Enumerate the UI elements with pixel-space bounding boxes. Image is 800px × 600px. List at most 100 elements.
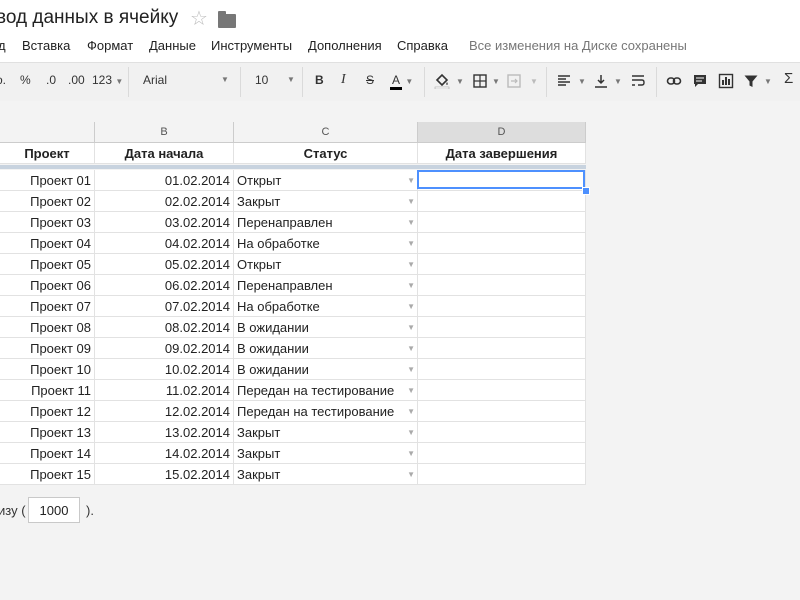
dropdown-arrow-icon[interactable]: ▼ — [407, 170, 415, 190]
status-cell[interactable]: На обработке ▼ — [234, 296, 418, 317]
menu-item-data[interactable]: Данные — [149, 38, 196, 53]
add-rows-input[interactable]: 1000 — [28, 497, 80, 523]
link-icon[interactable] — [666, 73, 682, 89]
start-date-cell[interactable]: 12.02.2014 — [95, 401, 234, 422]
start-date-cell[interactable]: 06.02.2014 — [95, 275, 234, 296]
save-status[interactable]: Все изменения на Диске сохранены — [469, 38, 687, 53]
chevron-down-icon[interactable]: ▼ — [492, 72, 500, 90]
status-cell[interactable]: Перенаправлен ▼ — [234, 275, 418, 296]
status-cell[interactable]: В ожидании ▼ — [234, 359, 418, 380]
dropdown-arrow-icon[interactable]: ▼ — [407, 359, 415, 379]
status-cell[interactable]: В ожидании ▼ — [234, 317, 418, 338]
project-cell[interactable]: Проект 13 — [0, 422, 95, 443]
start-date-cell[interactable]: 08.02.2014 — [95, 317, 234, 338]
status-cell[interactable]: Передан на тестирование ▼ — [234, 380, 418, 401]
chevron-down-icon[interactable]: ▼ — [764, 72, 772, 90]
status-cell[interactable]: Открыт ▼ — [234, 170, 418, 191]
dropdown-arrow-icon[interactable]: ▼ — [407, 296, 415, 316]
project-cell[interactable]: Проект 11 — [0, 380, 95, 401]
start-date-cell[interactable]: 03.02.2014 — [95, 212, 234, 233]
align-left-icon[interactable] — [556, 73, 572, 89]
frozen-rows-divider[interactable] — [0, 165, 586, 169]
start-date-cell[interactable]: 11.02.2014 — [95, 380, 234, 401]
menu-item-help[interactable]: Справка — [397, 38, 448, 53]
start-date-cell[interactable]: 13.02.2014 — [95, 422, 234, 443]
end-date-cell[interactable] — [418, 422, 586, 443]
chevron-down-icon[interactable]: ▼ — [456, 72, 464, 90]
project-cell[interactable]: Проект 04 — [0, 233, 95, 254]
project-cell[interactable]: Проект 15 — [0, 464, 95, 485]
start-date-cell[interactable]: 14.02.2014 — [95, 443, 234, 464]
project-cell[interactable]: Проект 08 — [0, 317, 95, 338]
end-date-cell[interactable] — [418, 401, 586, 422]
menu-item-insert[interactable]: Вставка — [22, 38, 70, 53]
end-date-cell[interactable] — [418, 212, 586, 233]
dot-button[interactable]: о. — [0, 72, 6, 88]
paint-bucket-icon[interactable] — [434, 73, 450, 89]
start-date-cell[interactable]: 10.02.2014 — [95, 359, 234, 380]
header-cell-end-date[interactable]: Дата завершения — [418, 143, 586, 164]
column-header-b[interactable]: B — [95, 122, 234, 143]
project-cell[interactable]: Проект 03 — [0, 212, 95, 233]
end-date-cell[interactable] — [418, 380, 586, 401]
header-cell-project[interactable]: Проект — [0, 143, 95, 164]
status-cell[interactable]: Закрыт ▼ — [234, 443, 418, 464]
header-cell-status[interactable]: Статус — [234, 143, 418, 164]
font-family-select[interactable]: Arial ▼ — [143, 72, 229, 88]
active-cell-selection[interactable] — [417, 170, 585, 189]
dropdown-arrow-icon[interactable]: ▼ — [407, 338, 415, 358]
end-date-cell[interactable] — [418, 338, 586, 359]
end-date-cell[interactable] — [418, 191, 586, 212]
start-date-cell[interactable]: 04.02.2014 — [95, 233, 234, 254]
menu-item-addons[interactable]: Дополнения — [308, 38, 382, 53]
dropdown-arrow-icon[interactable]: ▼ — [407, 233, 415, 253]
project-cell[interactable]: Проект 06 — [0, 275, 95, 296]
sum-icon[interactable]: Σ — [784, 71, 793, 87]
menu-item-tools[interactable]: Инструменты — [211, 38, 292, 53]
project-cell[interactable]: Проект 05 — [0, 254, 95, 275]
merge-cells-icon[interactable] — [506, 73, 522, 89]
font-size-select[interactable]: 10 ▼ — [255, 72, 295, 88]
end-date-cell[interactable] — [418, 317, 586, 338]
borders-icon[interactable] — [472, 73, 488, 89]
end-date-cell[interactable] — [418, 275, 586, 296]
start-date-cell[interactable]: 09.02.2014 — [95, 338, 234, 359]
status-cell[interactable]: Перенаправлен ▼ — [234, 212, 418, 233]
end-date-cell[interactable] — [418, 296, 586, 317]
project-cell[interactable]: Проект 02 — [0, 191, 95, 212]
end-date-cell[interactable] — [418, 443, 586, 464]
end-date-cell[interactable] — [418, 464, 586, 485]
start-date-cell[interactable]: 07.02.2014 — [95, 296, 234, 317]
column-header-a[interactable] — [0, 122, 95, 143]
status-cell[interactable]: На обработке ▼ — [234, 233, 418, 254]
text-color-button[interactable]: A ▼ — [390, 72, 413, 90]
column-header-c[interactable]: C — [234, 122, 418, 143]
dropdown-arrow-icon[interactable]: ▼ — [407, 401, 415, 421]
menu-item-format[interactable]: Формат — [87, 38, 133, 53]
text-wrap-icon[interactable] — [630, 73, 646, 89]
project-cell[interactable]: Проект 09 — [0, 338, 95, 359]
chevron-down-icon[interactable]: ▼ — [530, 72, 538, 90]
strikethrough-button[interactable]: S — [366, 72, 374, 88]
dropdown-arrow-icon[interactable]: ▼ — [407, 254, 415, 274]
more-formats-button[interactable]: 123 ▼ — [92, 72, 123, 90]
dropdown-arrow-icon[interactable]: ▼ — [407, 443, 415, 463]
dropdown-arrow-icon[interactable]: ▼ — [407, 422, 415, 442]
start-date-cell[interactable]: 05.02.2014 — [95, 254, 234, 275]
start-date-cell[interactable]: 01.02.2014 — [95, 170, 234, 191]
column-header-d[interactable]: D — [418, 122, 586, 143]
chevron-down-icon[interactable]: ▼ — [614, 72, 622, 90]
document-title[interactable]: вод данных в ячейку — [0, 7, 178, 29]
folder-icon[interactable] — [218, 11, 236, 28]
status-cell[interactable]: Закрыт ▼ — [234, 464, 418, 485]
status-cell[interactable]: В ожидании ▼ — [234, 338, 418, 359]
end-date-cell[interactable] — [418, 233, 586, 254]
menu-item-file[interactable]: д — [0, 38, 6, 53]
status-cell[interactable]: Закрыт ▼ — [234, 422, 418, 443]
star-icon[interactable]: ☆ — [190, 8, 208, 30]
bold-button[interactable]: B — [315, 72, 324, 88]
project-cell[interactable]: Проект 07 — [0, 296, 95, 317]
filter-icon[interactable] — [743, 73, 759, 89]
decrease-decimal-button[interactable]: .0 — [46, 72, 56, 88]
project-cell[interactable]: Проект 10 — [0, 359, 95, 380]
